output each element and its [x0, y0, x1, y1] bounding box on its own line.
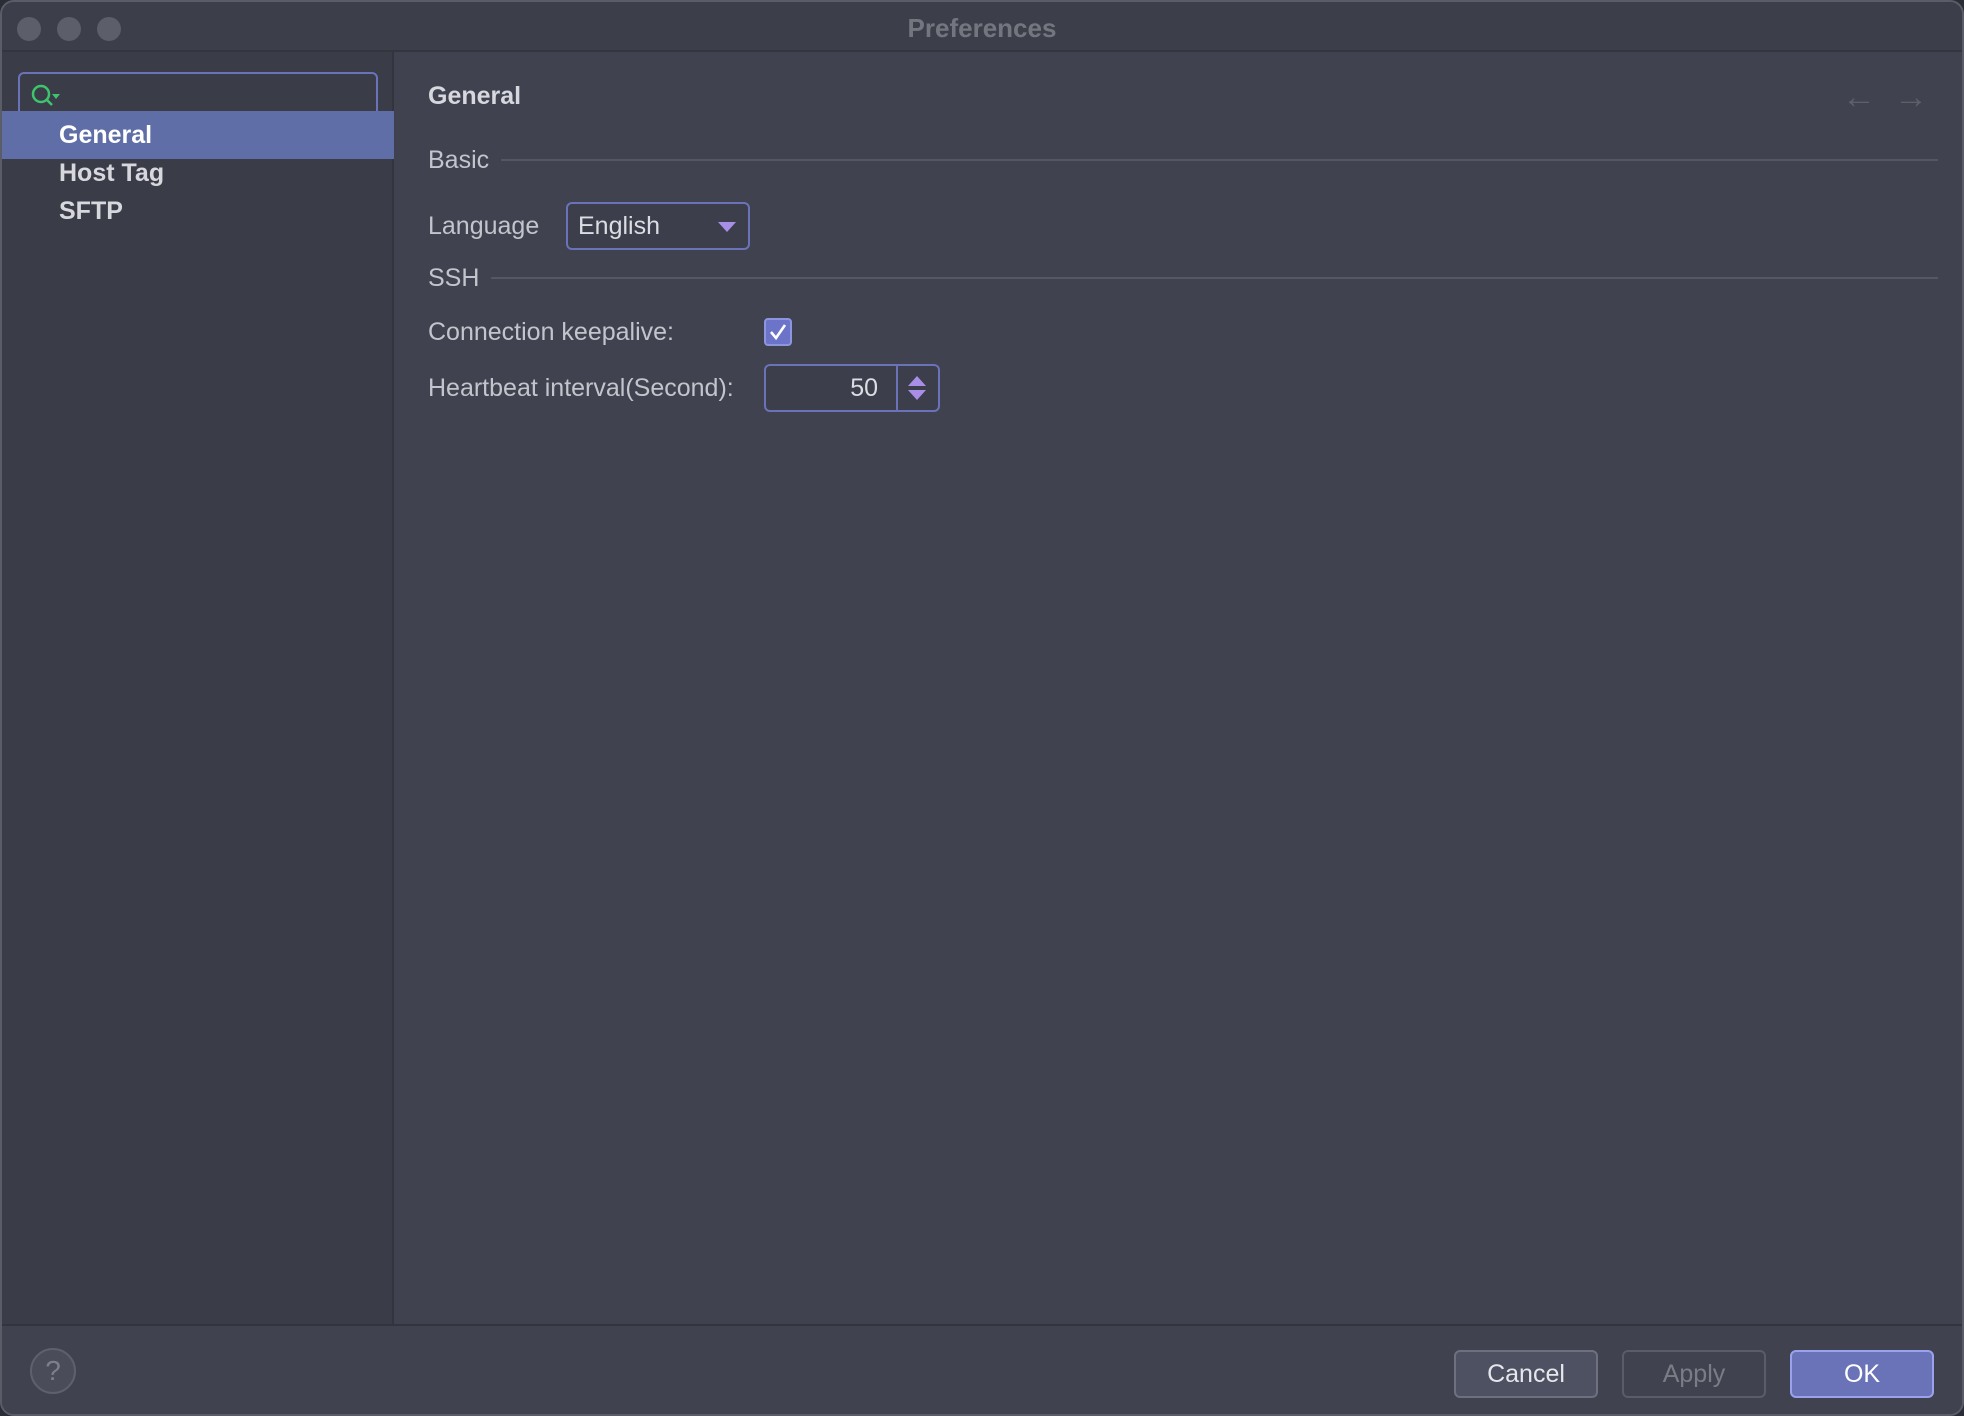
section-basic: Basic: [428, 145, 1938, 175]
arrow-right-icon[interactable]: →: [1894, 78, 1928, 117]
heartbeat-stepper[interactable]: 50: [764, 364, 940, 412]
help-button[interactable]: ?: [30, 1348, 76, 1394]
title-bar: Preferences: [2, 2, 1962, 52]
checkmark-icon: [770, 324, 787, 341]
heartbeat-label: Heartbeat interval(Second):: [428, 374, 734, 402]
section-basic-label: Basic: [428, 145, 490, 174]
chevron-down-icon: [718, 222, 736, 232]
section-ssh: SSH: [428, 263, 1938, 293]
stepper-down-icon[interactable]: [908, 390, 926, 400]
section-ssh-label: SSH: [428, 263, 480, 292]
arrow-left-icon[interactable]: ←: [1842, 78, 1876, 117]
page-title: General: [428, 82, 522, 110]
language-select-value: English: [578, 212, 660, 240]
search-icon[interactable]: [30, 83, 62, 111]
search-input[interactable]: [68, 78, 368, 114]
stepper-up-icon[interactable]: [908, 376, 926, 386]
sidebar-item-sftp[interactable]: SFTP: [2, 187, 394, 235]
language-label: Language: [428, 212, 540, 240]
keepalive-checkbox[interactable]: [764, 318, 792, 346]
ok-button[interactable]: OK: [1790, 1350, 1934, 1398]
window-title: Preferences: [907, 13, 1057, 43]
section-divider: [491, 277, 1938, 279]
sidebar: General Host Tag SFTP: [2, 52, 394, 1324]
keepalive-label: Connection keepalive:: [428, 318, 674, 346]
settings-panel: General ← → Basic Language English SSH C…: [396, 52, 1962, 1324]
preferences-window: Preferences General Host Tag SFTP Genera…: [0, 0, 1964, 1416]
cancel-button[interactable]: Cancel: [1454, 1350, 1598, 1398]
stepper-divider: [896, 366, 898, 410]
section-divider: [501, 159, 1938, 161]
language-select[interactable]: English: [566, 202, 750, 250]
apply-button[interactable]: Apply: [1622, 1350, 1766, 1398]
heartbeat-input[interactable]: 50: [766, 366, 890, 410]
dialog-footer: ? Cancel Apply OK: [2, 1324, 1962, 1414]
